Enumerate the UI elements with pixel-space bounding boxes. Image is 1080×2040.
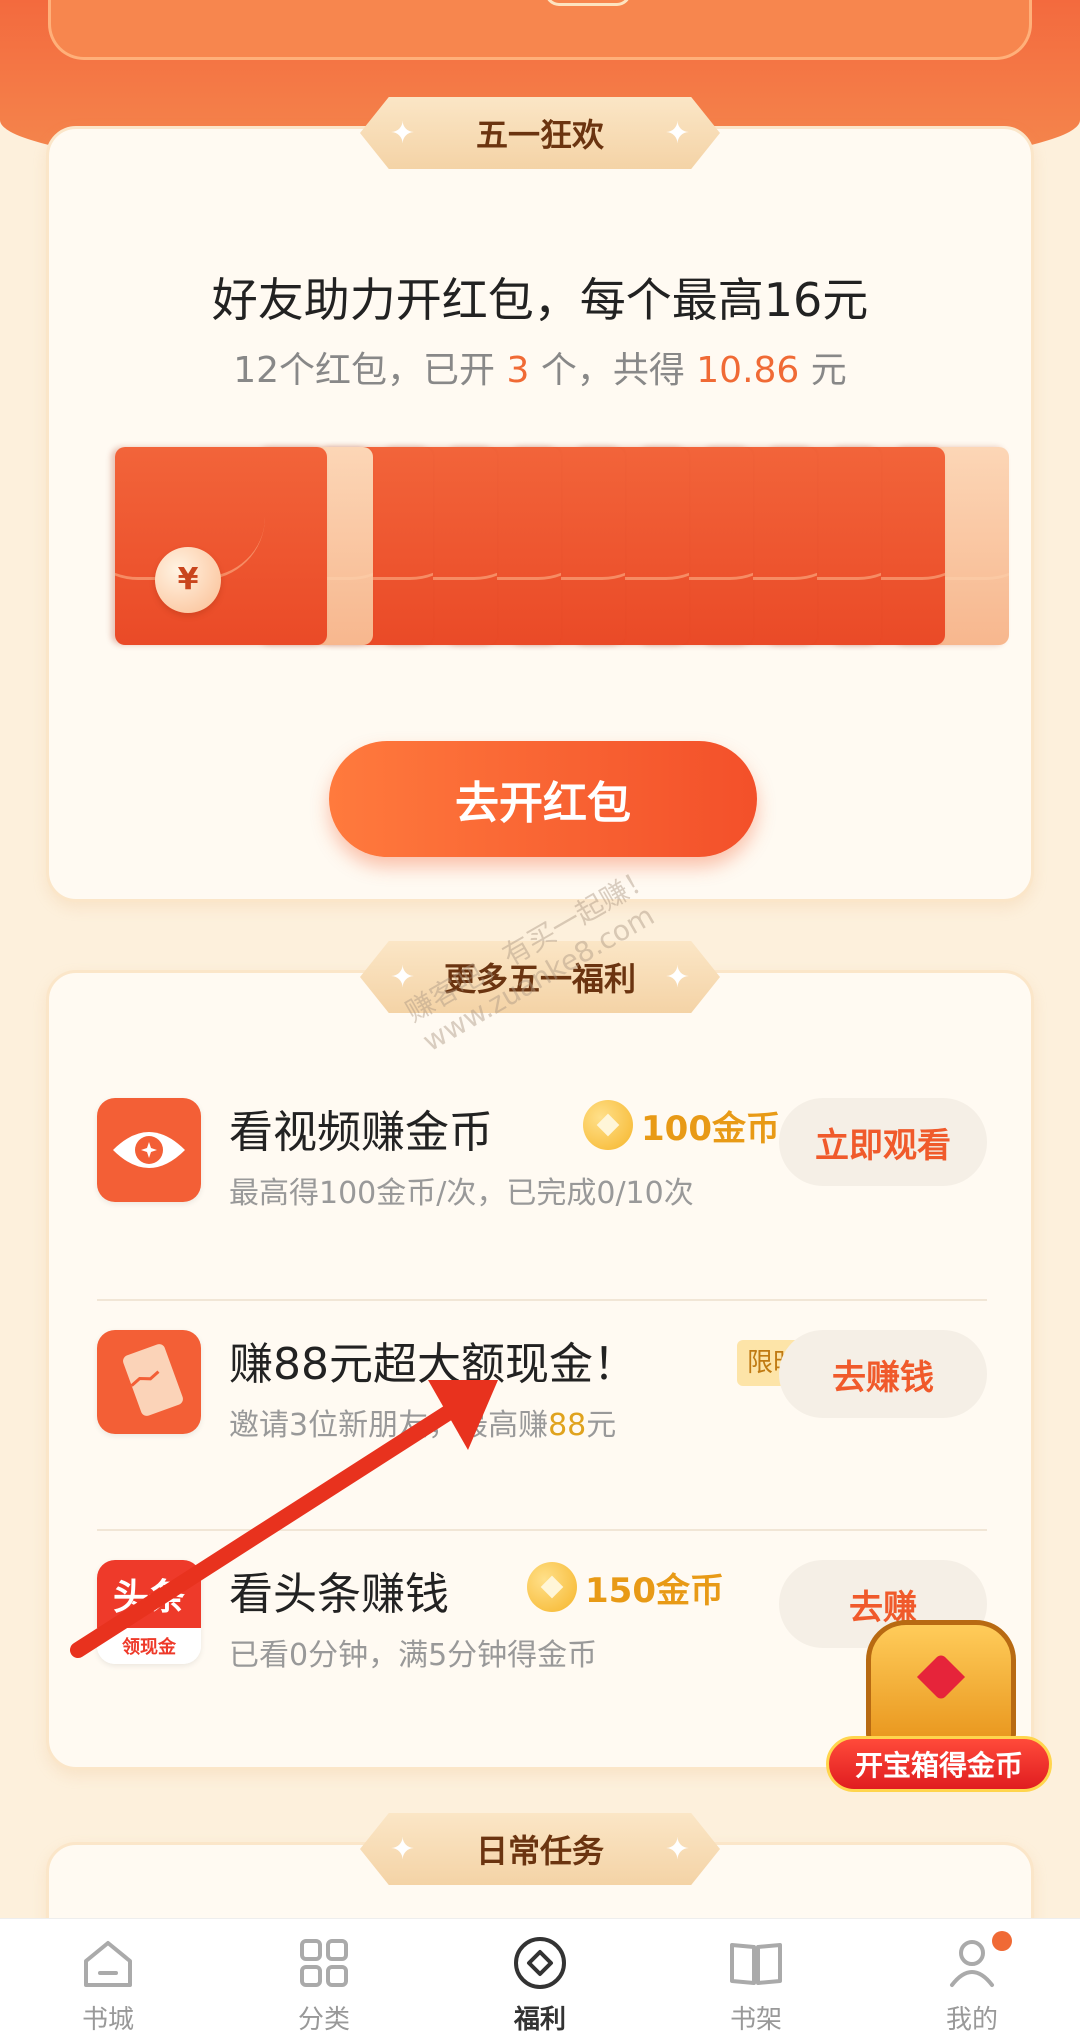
- nav-label: 分类: [297, 2005, 350, 2035]
- red-envelope-row[interactable]: ¥: [115, 447, 1009, 647]
- nav-item-profile[interactable]: 我的: [864, 1919, 1080, 2040]
- task-title: 看视频赚金币: [229, 1107, 493, 1158]
- task-desc: 邀请3位新朋友，最高赚88元: [229, 1400, 616, 1444]
- watch-now-button[interactable]: 立即观看: [779, 1098, 987, 1186]
- sparkle-icon: ✦: [664, 116, 690, 151]
- nav-item-bookstore[interactable]: 书城: [0, 1919, 216, 2040]
- coin-icon: [583, 1100, 633, 1150]
- treasure-chest-widget[interactable]: 开宝箱得金币: [826, 1600, 1056, 1800]
- toutiao-icon-bottom: 领现金: [97, 1628, 201, 1664]
- grid-icon: [300, 1939, 348, 1987]
- welfare-coin-icon: [514, 1937, 566, 1989]
- coin-icon: [527, 1562, 577, 1612]
- top-banner-panel: [48, 0, 1032, 60]
- nav-item-welfare[interactable]: 福利: [432, 1919, 648, 2040]
- total-amount: 10.86: [696, 350, 800, 391]
- desc-amount: 88: [548, 1408, 587, 1443]
- treasure-chest-label: 开宝箱得金币: [826, 1736, 1052, 1792]
- coin-reward-text: 150金币: [585, 1570, 724, 1611]
- bottom-nav: 书城 分类 福利 书架 我的: [0, 1918, 1080, 2040]
- daily-tasks-ribbon: ✦ 日常任务 ✦: [360, 1813, 720, 1885]
- task-watch-video: 看视频赚金币 100金币 最高得100金币/次，已完成0/10次 立即观看: [97, 1058, 987, 1258]
- eye-icon: [97, 1098, 201, 1202]
- task-title: 看头条赚钱: [229, 1569, 449, 1620]
- notification-dot: [992, 1931, 1012, 1951]
- sparkle-icon: ✦: [390, 116, 416, 151]
- nav-label: 书架: [729, 2005, 782, 2035]
- task-desc: 已看0分钟，满5分钟得金币: [229, 1638, 598, 1673]
- sparkle-icon: ✦: [390, 1832, 416, 1867]
- top-banner-tab: [545, 0, 631, 6]
- task-invite-friends: 赚88元超大额现金！ 限时 邀请3位新朋友，最高赚88元 去赚钱: [97, 1290, 987, 1490]
- red-envelope[interactable]: ¥: [115, 447, 327, 645]
- earn-money-button[interactable]: 去赚钱: [779, 1330, 987, 1418]
- desc-suffix: 元: [586, 1408, 617, 1443]
- nav-label: 我的: [945, 2005, 998, 2035]
- sparkle-icon: ✦: [664, 1832, 690, 1867]
- progress-mid: 个，共得: [529, 350, 697, 391]
- promo-progress-text: 12个红包，已开 3 个，共得 10.86 元: [49, 341, 1031, 393]
- coin-reward: 150金币: [527, 1562, 724, 1612]
- daily-tasks-ribbon-label: 日常任务: [475, 1832, 604, 1870]
- book-icon: [730, 1943, 782, 1985]
- nav-item-category[interactable]: 分类: [216, 1919, 432, 2040]
- nav-label: 书城: [81, 2005, 134, 2035]
- desc-prefix: 邀请3位新朋友，最高赚: [229, 1408, 549, 1443]
- home-icon: [84, 1941, 132, 1987]
- ticket-icon: [97, 1330, 201, 1434]
- promo-ribbon-label: 五一狂欢: [475, 116, 604, 154]
- toutiao-app-icon: 头条 领现金: [97, 1560, 201, 1664]
- toutiao-icon-top: 头条: [97, 1560, 201, 1628]
- promo-headline: 好友助力开红包，每个最高16元: [211, 273, 869, 327]
- open-red-envelope-button[interactable]: 去开红包: [329, 741, 757, 857]
- promo-card: ✦ 五一狂欢 ✦ 好友助力开红包，每个最高16元 12个红包，已开 3 个，共得…: [46, 97, 1034, 902]
- promo-ribbon: ✦ 五一狂欢 ✦: [360, 97, 720, 169]
- nav-item-bookshelf[interactable]: 书架: [648, 1919, 864, 2040]
- opened-count: 3: [506, 350, 530, 391]
- sparkle-icon: ✦: [390, 960, 416, 995]
- task-title: 赚88元超大额现金！: [229, 1339, 637, 1390]
- progress-prefix: 12个红包，已开: [233, 350, 507, 391]
- yuan-coin-icon: ¥: [155, 547, 221, 613]
- coin-reward-text: 100金币: [641, 1108, 780, 1149]
- nav-label: 福利: [513, 2005, 566, 2035]
- progress-suffix: 元: [799, 350, 847, 391]
- task-desc: 最高得100金币/次，已完成0/10次: [229, 1176, 694, 1211]
- sparkle-icon: ✦: [664, 960, 690, 995]
- coin-reward: 100金币: [583, 1100, 780, 1150]
